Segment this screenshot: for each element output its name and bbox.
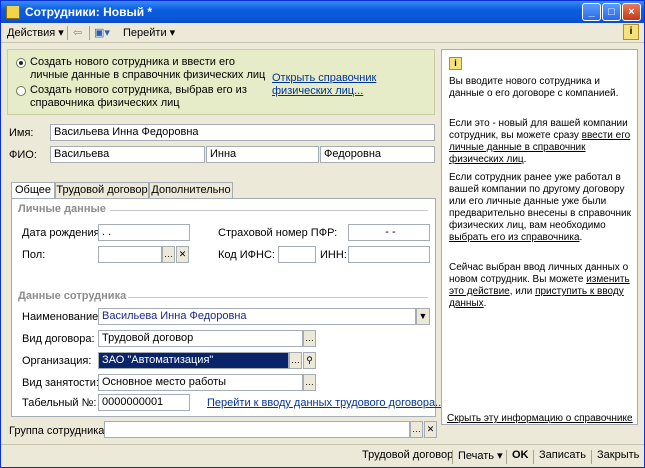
structure-icon[interactable]: ▣▾ (94, 25, 110, 41)
close-button[interactable]: × (622, 3, 641, 21)
general-tab-panel: Личные данные Дата рождения: . . Страхов… (11, 198, 444, 417)
sex-label: Пол: (22, 249, 46, 261)
info-paragraph-3: Если сотрудник ранее уже работал в вашей… (449, 172, 631, 243)
toolbar-separator (89, 26, 90, 40)
first-name-input[interactable]: Инна (206, 146, 319, 163)
save-button[interactable]: Записать (539, 449, 586, 461)
go-menu[interactable]: Перейти ▾ (123, 25, 175, 41)
tab-additional[interactable]: Дополнительно (149, 182, 233, 199)
toolbar-separator (67, 26, 68, 40)
print-menu[interactable]: Печать ▾ (458, 449, 503, 462)
tab-contract[interactable]: Трудовой договор (55, 182, 149, 199)
info-paragraph-2: Если это - новый для вашей компании сотр… (449, 118, 631, 165)
ifns-input[interactable] (278, 246, 316, 263)
radio-select-person-label: Создать нового сотрудника, выбрав его из… (30, 84, 247, 109)
personal-data-header: Личные данные (18, 203, 106, 215)
contract-button[interactable]: Трудовой договор (362, 449, 453, 461)
bottom-bar: Трудовой договор Печать ▾ OK Записать За… (1, 444, 644, 467)
info-paragraph-1: Вы вводите нового сотрудника и данные о … (449, 76, 619, 99)
pfr-input[interactable]: - - (348, 224, 430, 241)
organization-select-button[interactable]: … (289, 352, 302, 369)
fio-label: ФИО: (9, 149, 37, 161)
bottom-separator (533, 450, 534, 464)
info-paragraph-4: Сейчас выбран ввод личных данных о новом… (449, 262, 630, 309)
app-icon (6, 5, 20, 19)
contract-type-label: Вид договора: (22, 333, 95, 345)
actions-menu[interactable]: Действия ▾ (7, 25, 64, 41)
sex-input[interactable] (98, 246, 162, 263)
employee-name-dropdown-icon[interactable]: ▼ (416, 308, 430, 325)
go-to-contract-link[interactable]: Перейти к вводу данных трудового договор… (207, 397, 444, 409)
tab-number-input[interactable]: 0000000001 (98, 394, 190, 411)
info-icon: i (449, 57, 462, 70)
window-title: Сотрудники: Новый * (25, 5, 153, 19)
sex-clear-icon[interactable]: ✕ (176, 246, 189, 263)
inn-label: ИНН: (320, 249, 347, 261)
employee-group-select-button[interactable]: … (410, 421, 423, 438)
employment-type-input[interactable]: Основное место работы (98, 374, 303, 391)
employee-name-input[interactable]: Васильева Инна Федоровна (98, 308, 416, 325)
radio-new-person[interactable] (16, 58, 26, 68)
back-icon[interactable]: ⇦ (73, 25, 82, 41)
select-from-directory-link[interactable]: выбрать его из справочника (449, 232, 580, 243)
ok-button[interactable]: OK (512, 449, 529, 461)
name-input[interactable]: Васильева Инна Федоровна (50, 124, 435, 141)
name-label: Имя: (9, 127, 34, 139)
open-persons-directory-link[interactable]: Открыть справочник физических лиц... (272, 72, 432, 98)
middle-name-input[interactable]: Федоровна (320, 146, 435, 163)
bottom-separator (591, 450, 592, 464)
toolbar: Действия ▾ ⇦ ▣▾ Перейти ▾ i (1, 23, 644, 43)
last-name-input[interactable]: Васильева (50, 146, 205, 163)
minimize-button[interactable]: _ (582, 3, 601, 21)
pfr-label: Страховой номер ПФР: (218, 227, 338, 239)
inn-input[interactable] (348, 246, 430, 263)
ifns-label: Код ИФНС: (218, 249, 275, 261)
employment-type-label: Вид занятости: (22, 377, 99, 389)
organization-input[interactable]: ЗАО "Автоматизация" (98, 352, 289, 369)
creation-mode-box: Создать нового сотрудника и ввести его л… (7, 49, 435, 115)
close-form-button[interactable]: Закрыть (597, 449, 639, 461)
employee-group-clear-icon[interactable]: ✕ (424, 421, 437, 438)
employee-data-header: Данные сотрудника (18, 290, 127, 302)
bottom-separator (506, 450, 507, 464)
sex-select-button[interactable]: … (162, 246, 175, 263)
section-divider (128, 297, 428, 298)
radio-new-person-label: Создать нового сотрудника и ввести его л… (30, 56, 266, 81)
contract-type-input[interactable]: Трудовой договор (98, 330, 303, 347)
maximize-button[interactable]: □ (602, 3, 621, 21)
tab-number-label: Табельный №: (22, 397, 97, 409)
window: Сотрудники: Новый * _ □ × Действия ▾ ⇦ ▣… (0, 0, 645, 468)
title-bar: Сотрудники: Новый * _ □ × (1, 1, 644, 23)
dob-input[interactable]: . . (98, 224, 190, 241)
dob-label: Дата рождения: (22, 227, 103, 239)
employment-type-select-button[interactable]: … (303, 374, 316, 391)
employee-group-input[interactable] (104, 421, 410, 438)
employee-group-label: Группа сотрудника: (9, 425, 108, 437)
organization-label: Организация: (22, 355, 92, 367)
help-icon[interactable]: i (623, 24, 639, 40)
hide-info-link[interactable]: Скрыть эту информацию о справочнике (447, 413, 633, 424)
organization-search-icon[interactable]: ⚲ (303, 352, 316, 369)
contract-type-select-button[interactable]: … (303, 330, 316, 347)
bottom-separator (452, 450, 453, 464)
radio-select-person[interactable] (16, 86, 26, 96)
section-divider (110, 210, 428, 211)
employee-name-label: Наименование: (22, 311, 102, 323)
info-panel: i Вы вводите нового сотрудника и данные … (441, 49, 638, 425)
